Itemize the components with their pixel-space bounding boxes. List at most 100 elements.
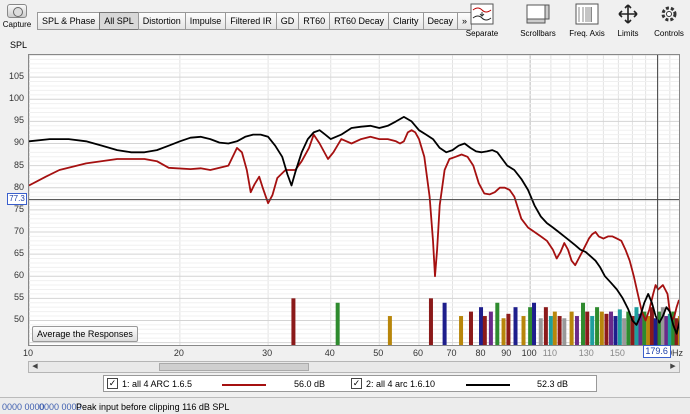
separate-icon	[470, 3, 494, 25]
legend-value-1: 56.0 dB	[294, 379, 326, 389]
scroll-right-icon[interactable]: ▶	[667, 362, 679, 372]
frequency-marker-bar	[552, 311, 557, 345]
frequency-marker-bar	[649, 307, 654, 345]
x-tick-label: 110	[542, 348, 558, 358]
frequency-marker-bar	[543, 307, 548, 345]
frequency-marker-bar	[604, 313, 609, 345]
frequency-marker-bar	[557, 316, 562, 345]
tab-gd[interactable]: GD	[275, 12, 300, 30]
x-tick-label: 60	[412, 348, 423, 358]
frequency-marker-bar	[617, 309, 622, 345]
legend-checkbox-2[interactable]: ✓	[351, 378, 362, 389]
scrollbars-label: Scrollbars	[520, 29, 556, 38]
frequency-marker-bar	[482, 316, 487, 345]
frequency-marker-bar	[479, 307, 484, 345]
freq-axis-icon	[575, 3, 599, 25]
x-tick-label: 100	[521, 348, 537, 358]
frequency-marker-bar	[335, 302, 340, 345]
tab-impulse[interactable]: Impulse	[184, 12, 227, 30]
y-tick-label: 50	[13, 314, 24, 325]
graph-tabs: SPL & Phase All SPL Distortion Impulse F…	[37, 12, 473, 30]
frequency-marker-bar	[634, 307, 639, 345]
cursor-x-readout: 179.6	[642, 345, 671, 358]
y-tick-label: 90	[13, 137, 24, 148]
tab-clarity[interactable]: Clarity	[387, 12, 424, 30]
series-line-2	[29, 116, 679, 335]
legend-checkbox-1[interactable]: ✓	[107, 378, 118, 389]
frequency-marker-bar	[428, 298, 433, 345]
tab-filtered-ir[interactable]: Filtered IR	[225, 12, 277, 30]
capture-button[interactable]: Capture	[2, 2, 32, 36]
frequency-marker-bar	[569, 311, 574, 345]
camera-icon	[7, 4, 27, 18]
series-line-1	[29, 129, 679, 322]
tab-rt60[interactable]: RT60	[298, 12, 331, 30]
frequency-marker-bar	[521, 316, 526, 345]
horizontal-scrollbar[interactable]: ◀ ▶	[28, 361, 680, 373]
limits-button[interactable]: Limits	[612, 3, 644, 38]
y-tick-label: 95	[13, 115, 24, 126]
limits-label: Limits	[617, 29, 639, 38]
legend-swatch-2	[466, 384, 510, 386]
y-tick-label: 55	[13, 292, 24, 303]
frequency-marker-bar	[495, 302, 500, 345]
cursor-y-readout: 77.3	[7, 192, 27, 205]
tab-spl-phase[interactable]: SPL & Phase	[37, 12, 101, 30]
frequency-marker-bar	[501, 318, 506, 345]
scroll-left-icon[interactable]: ◀	[29, 362, 41, 372]
legend-label-2: 2: all 4 arc 1.6.10	[366, 379, 436, 389]
scroll-thumb[interactable]	[159, 363, 309, 371]
x-tick-label: 20	[173, 348, 184, 358]
x-tick-label: 40	[324, 348, 335, 358]
tab-decay[interactable]: Decay	[422, 12, 459, 30]
separate-button[interactable]: Separate	[461, 3, 503, 38]
frequency-marker-bar	[548, 316, 553, 345]
frequency-marker-bar	[506, 313, 511, 345]
y-tick-label: 70	[13, 225, 24, 236]
separate-label: Separate	[465, 29, 499, 38]
series-lines	[29, 116, 679, 335]
limits-icon	[616, 3, 640, 25]
tab-distortion[interactable]: Distortion	[137, 12, 186, 30]
scrollbars-icon	[526, 3, 550, 25]
frequency-marker-bar	[664, 316, 669, 345]
frequency-marker-bar	[442, 302, 447, 345]
legend-label-1: 1: all 4 ARC 1.6.5	[122, 379, 193, 389]
grid-lines	[29, 55, 679, 345]
tab-all-spl[interactable]: All SPL	[99, 12, 139, 30]
frequency-markers	[291, 298, 679, 345]
frequency-marker-bar	[538, 318, 543, 345]
frequency-marker-bar	[291, 298, 296, 345]
frequency-marker-bar	[513, 307, 518, 345]
y-tick-label: 105	[8, 71, 24, 82]
freq-axis-button[interactable]: Freq. Axis	[565, 3, 609, 38]
x-tick-label: 30	[262, 348, 273, 358]
legend: ✓ 1: all 4 ARC 1.6.5 56.0 dB ✓ 2: all 4 …	[103, 375, 597, 392]
legend-swatch-1	[222, 384, 266, 386]
frequency-marker-bar	[488, 311, 493, 345]
frequency-marker-bar	[595, 307, 600, 345]
frequency-marker-bar	[562, 318, 567, 345]
tab-rt60-decay[interactable]: RT60 Decay	[329, 12, 389, 30]
average-responses-button[interactable]: Average the Responses	[32, 326, 138, 342]
legend-value-2: 52.3 dB	[537, 379, 569, 389]
status-bar: 0000 0000 0000 0000 Peak input before cl…	[0, 397, 690, 414]
status-message: Peak input before clipping 116 dB SPL	[76, 402, 230, 412]
frequency-marker-bar	[599, 311, 604, 345]
controls-button[interactable]: Controls	[650, 3, 688, 38]
frequency-marker-bar	[468, 311, 473, 345]
y-tick-label: 65	[13, 248, 24, 259]
x-tick-label: 70	[446, 348, 457, 358]
frequency-marker-bar	[459, 316, 464, 345]
frequency-marker-bar	[613, 316, 618, 345]
freq-axis-label: Freq. Axis	[569, 29, 605, 38]
spl-graph[interactable]	[28, 54, 680, 346]
frequency-marker-bar	[532, 302, 537, 345]
spl-chart	[29, 55, 679, 345]
frequency-marker-bar	[653, 318, 658, 345]
scrollbars-button[interactable]: Scrollbars	[516, 3, 560, 38]
y-tick-label: 100	[8, 93, 24, 104]
frequency-marker-bar	[590, 316, 595, 345]
y-tick-label: 75	[13, 203, 24, 214]
x-tick-label: 150	[609, 348, 625, 358]
